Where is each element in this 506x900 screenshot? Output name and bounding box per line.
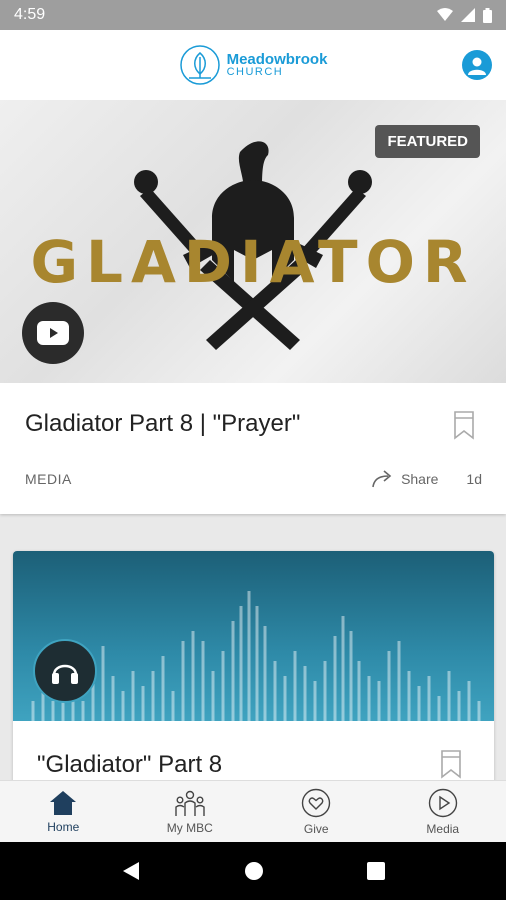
nav-home[interactable]: Home: [0, 781, 127, 842]
system-navigation-bar: [0, 842, 506, 900]
nav-my-mbc-label: My MBC: [166, 820, 213, 835]
nav-media[interactable]: Media: [380, 781, 506, 842]
wifi-icon: [437, 8, 453, 21]
people-icon: [175, 790, 205, 816]
nav-my-mbc[interactable]: My MBC: [127, 781, 254, 842]
status-time: 4:59: [14, 6, 46, 23]
recents-icon[interactable]: [366, 862, 385, 880]
nav-home-label: Home: [47, 819, 80, 834]
back-icon[interactable]: [121, 861, 141, 881]
featured-card-title[interactable]: Gladiator Part 8 | "Prayer": [25, 410, 300, 438]
category-label: MEDIA: [25, 471, 72, 487]
featured-card-meta: MEDIA Share 1d: [25, 470, 482, 488]
post-age: 1d: [466, 471, 482, 487]
home-circle-icon[interactable]: [244, 861, 264, 881]
bookmark-icon[interactable]: [452, 410, 476, 440]
church-logo[interactable]: Meadowbrook CHURCH: [179, 44, 328, 86]
featured-card[interactable]: GLADIATOR FEATURED Gladiator Part 8 | "P…: [0, 100, 506, 514]
audio-card[interactable]: "Gladiator" Part 8: [13, 551, 494, 780]
bookmark-icon[interactable]: [439, 749, 463, 779]
youtube-play-button[interactable]: [22, 302, 84, 364]
home-icon: [50, 790, 77, 815]
user-icon: [468, 57, 486, 75]
hero-title: GLADIATOR: [30, 228, 476, 296]
audio-card-title[interactable]: "Gladiator" Part 8: [37, 751, 222, 779]
logo-name: Meadowbrook: [226, 51, 328, 68]
featured-hero-image[interactable]: GLADIATOR FEATURED: [0, 100, 506, 383]
nav-give[interactable]: Give: [253, 781, 380, 842]
leaf-logo-icon: [179, 45, 220, 85]
bottom-navigation: Home My MBC Give Media: [0, 780, 506, 842]
app-header: Meadowbrook CHURCH: [0, 30, 506, 100]
audio-waveform-image[interactable]: [13, 551, 494, 721]
content-feed[interactable]: GLADIATOR FEATURED Gladiator Part 8 | "P…: [0, 100, 506, 780]
profile-button[interactable]: [462, 50, 492, 80]
nav-give-label: Give: [303, 821, 329, 836]
nav-media-label: Media: [426, 821, 460, 836]
share-label: Share: [401, 471, 439, 487]
logo-subtitle: CHURCH: [226, 66, 284, 78]
signal-icon: [461, 8, 475, 22]
play-icon: [428, 788, 457, 817]
audio-play-button[interactable]: [33, 639, 97, 703]
battery-icon: [483, 7, 492, 23]
featured-badge: FEATURED: [375, 125, 480, 158]
share-button[interactable]: Share: [371, 470, 438, 488]
heart-icon: [302, 788, 331, 817]
share-arrow-icon: [372, 470, 392, 488]
youtube-icon: [37, 321, 69, 345]
status-bar: 4:59: [0, 0, 506, 30]
headphones-icon: [52, 664, 78, 684]
